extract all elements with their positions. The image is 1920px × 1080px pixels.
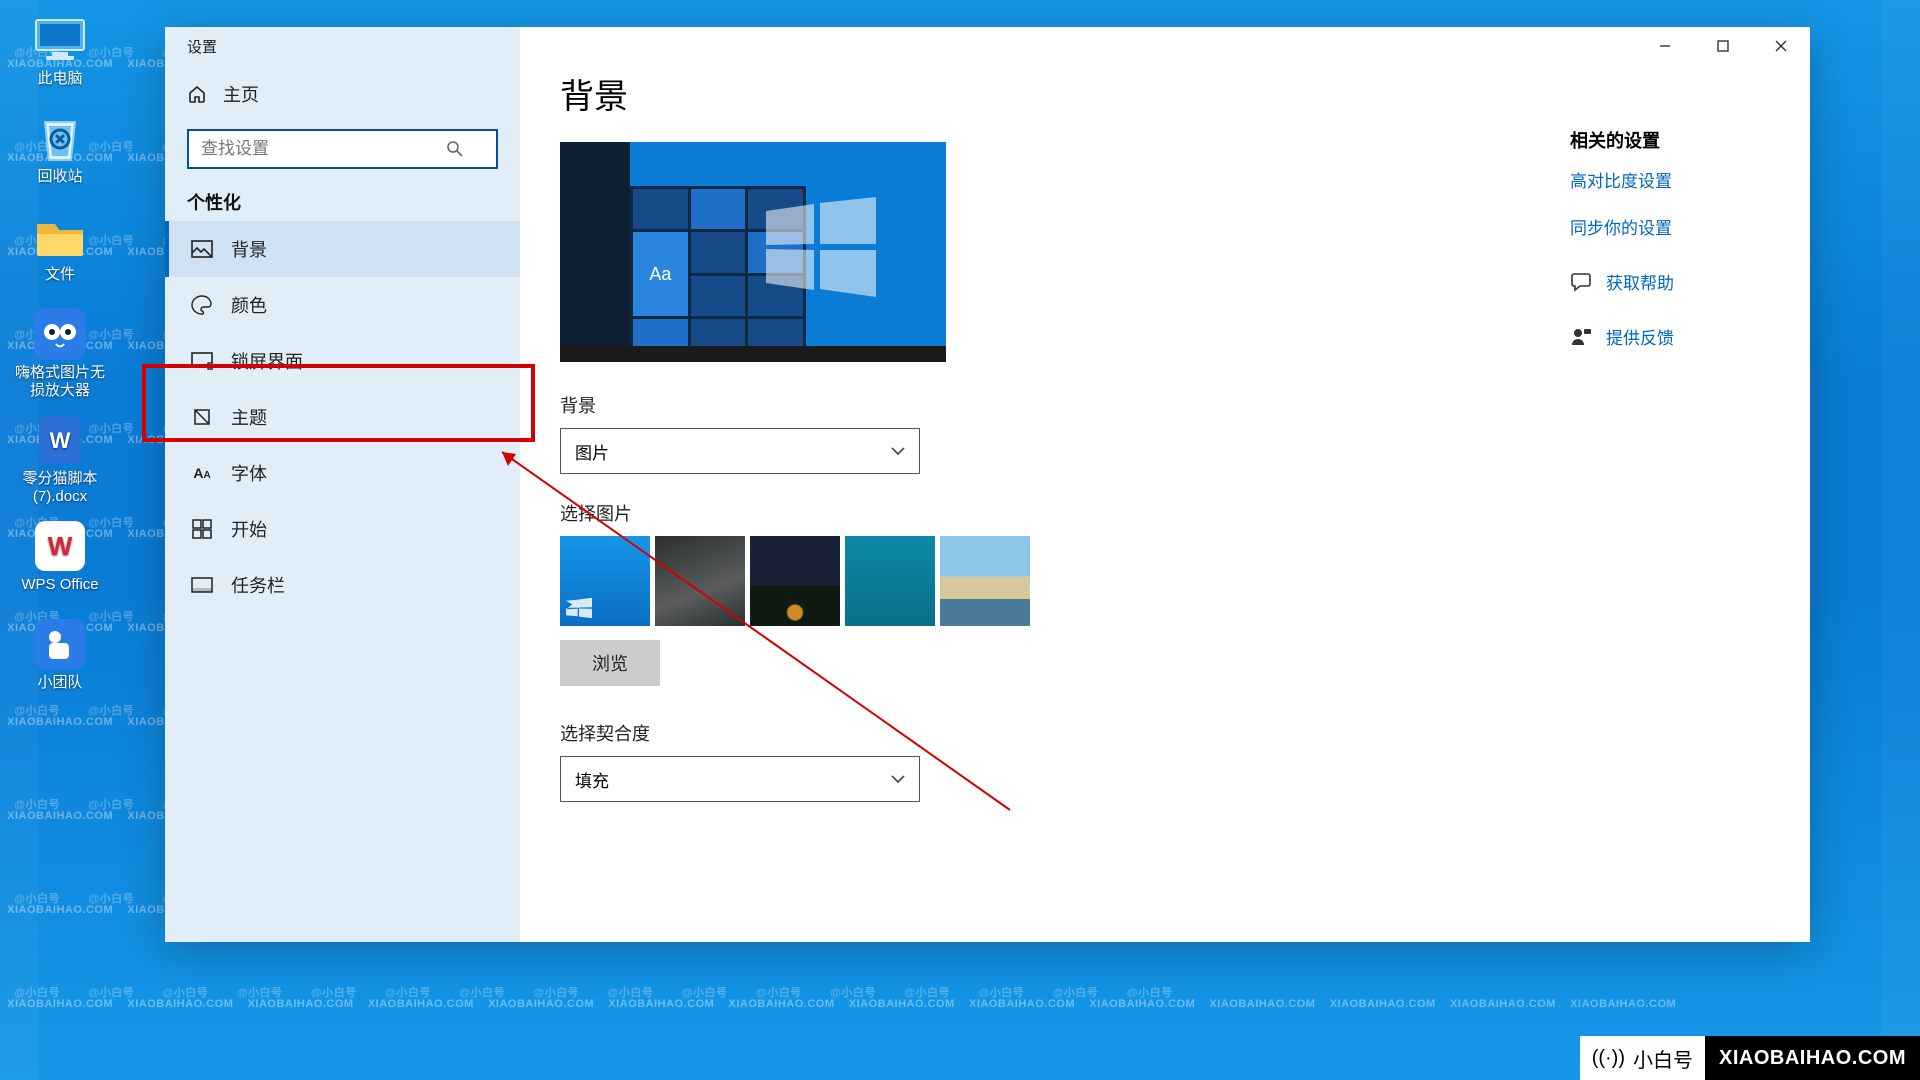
desktop-icon-label: 嗨格式图片无 损放大器 [10, 364, 110, 400]
desktop-icon-recycle-bin[interactable]: 回收站 [10, 112, 110, 186]
desktop-icon-label: 文件 [10, 266, 110, 284]
fit-label: 选择契合度 [560, 720, 1770, 746]
sidebar-item-taskbar[interactable]: 任务栏 [165, 557, 520, 613]
desktop-icon-this-pc[interactable]: 此电脑 [10, 14, 110, 88]
related-heading: 相关的设置 [1570, 127, 1770, 153]
taskbar-icon [191, 577, 213, 593]
fit-select-value: 填充 [575, 767, 609, 792]
sidebar-item-start[interactable]: 开始 [165, 501, 520, 557]
desktop-icon-docx[interactable]: W 零分猫脚本 (7).docx [10, 414, 110, 506]
sidebar-item-lockscreen[interactable]: 锁屏界面 [165, 333, 520, 389]
sidebar-home[interactable]: 主页 [165, 69, 520, 119]
background-select-value: 图片 [575, 439, 609, 464]
sidebar-item-label: 锁屏界面 [231, 348, 303, 374]
themes-icon [191, 407, 213, 427]
desktop-icon-label: 零分猫脚本 (7).docx [10, 470, 110, 506]
team-app-icon [32, 618, 88, 670]
folder-icon [32, 210, 88, 262]
svg-text:W: W [50, 428, 71, 453]
settings-sidebar: 设置 主页 个性化 背景 颜色 [165, 27, 520, 942]
feedback-icon [1570, 327, 1592, 347]
sidebar-item-themes[interactable]: 主题 [165, 389, 520, 445]
related-settings: 相关的设置 高对比度设置 同步你的设置 获取帮助 提供反馈 [1570, 127, 1770, 349]
picture-thumb[interactable] [750, 536, 840, 626]
wps-icon: W [32, 520, 88, 572]
desktop-icon-folder-files[interactable]: 文件 [10, 210, 110, 284]
search-icon [446, 140, 464, 158]
sidebar-item-label: 背景 [231, 236, 267, 262]
sidebar-item-label: 字体 [231, 460, 267, 486]
owl-app-icon [32, 308, 88, 360]
desktop-icon-label: 此电脑 [10, 70, 110, 88]
picture-thumb[interactable] [655, 536, 745, 626]
palette-icon [191, 295, 213, 315]
recycle-bin-icon [32, 112, 88, 164]
sidebar-item-fonts[interactable]: AA 字体 [165, 445, 520, 501]
sidebar-category: 个性化 [165, 179, 520, 221]
sidebar-home-label: 主页 [223, 81, 259, 107]
feedback-label: 提供反馈 [1606, 324, 1674, 349]
broadcast-icon: ((·)) [1592, 1047, 1625, 1070]
badge-left-text: 小白号 [1633, 1044, 1693, 1073]
badge-right-text: XIAOBAIHAO.COM [1705, 1036, 1920, 1080]
desktop-icon-img-enlarger[interactable]: 嗨格式图片无 损放大器 [10, 308, 110, 400]
picture-icon [191, 240, 213, 258]
feedback-link[interactable]: 提供反馈 [1570, 324, 1770, 349]
picture-thumb[interactable] [940, 536, 1030, 626]
close-button[interactable] [1752, 27, 1810, 65]
preview-sample-text: Aa [633, 232, 688, 316]
picture-thumb[interactable] [845, 536, 935, 626]
settings-window: 设置 主页 个性化 背景 颜色 [165, 27, 1810, 942]
help-icon [1570, 272, 1592, 292]
background-label: 背景 [560, 392, 1770, 418]
lockscreen-icon [191, 352, 213, 370]
start-icon [191, 519, 213, 539]
related-link-contrast[interactable]: 高对比度设置 [1570, 167, 1770, 192]
desktop: @小白号 @小白号 @小白号 @小白号 @小白号 @小白号 @小白号 @小白号 … [0, 0, 1920, 1080]
home-icon [187, 84, 207, 104]
related-link-sync[interactable]: 同步你的设置 [1570, 214, 1770, 239]
window-title: 设置 [165, 27, 520, 69]
desktop-icon-xiaotuandui[interactable]: 小团队 [10, 618, 110, 692]
monitor-icon [32, 14, 88, 66]
desktop-icon-wps[interactable]: W WPS Office [10, 520, 110, 594]
page-title: 背景 [560, 69, 1770, 118]
settings-content: 背景 Aa 背景 图片 选择图片 [520, 27, 1810, 942]
sidebar-item-colors[interactable]: 颜色 [165, 277, 520, 333]
sidebar-item-background[interactable]: 背景 [165, 221, 520, 277]
browse-button[interactable]: 浏览 [560, 640, 660, 686]
fit-select[interactable]: 填充 [560, 756, 920, 802]
sidebar-item-label: 开始 [231, 516, 267, 542]
background-select[interactable]: 图片 [560, 428, 920, 474]
desktop-icon-label: 回收站 [10, 168, 110, 186]
chevron-down-icon [891, 774, 905, 784]
choose-picture-label: 选择图片 [560, 500, 1770, 526]
minimize-button[interactable] [1636, 27, 1694, 65]
get-help-label: 获取帮助 [1606, 269, 1674, 294]
chevron-down-icon [891, 446, 905, 456]
desktop-icon-label: WPS Office [10, 576, 110, 594]
sidebar-item-label: 任务栏 [231, 572, 285, 598]
sidebar-search[interactable] [187, 129, 498, 169]
desktop-icon-label: 小团队 [10, 674, 110, 692]
background-preview: Aa [560, 142, 946, 362]
window-controls [1636, 27, 1810, 65]
watermark-badge: ((·)) 小白号 XIAOBAIHAO.COM [1580, 1036, 1920, 1080]
maximize-button[interactable] [1694, 27, 1752, 65]
svg-text:W: W [48, 531, 73, 561]
picture-thumb[interactable] [560, 536, 650, 626]
word-doc-icon: W [32, 414, 88, 466]
sidebar-item-label: 主题 [231, 404, 267, 430]
get-help-link[interactable]: 获取帮助 [1570, 269, 1770, 294]
fonts-icon: AA [191, 465, 213, 481]
picture-thumbnails [560, 536, 1770, 626]
sidebar-item-label: 颜色 [231, 292, 267, 318]
